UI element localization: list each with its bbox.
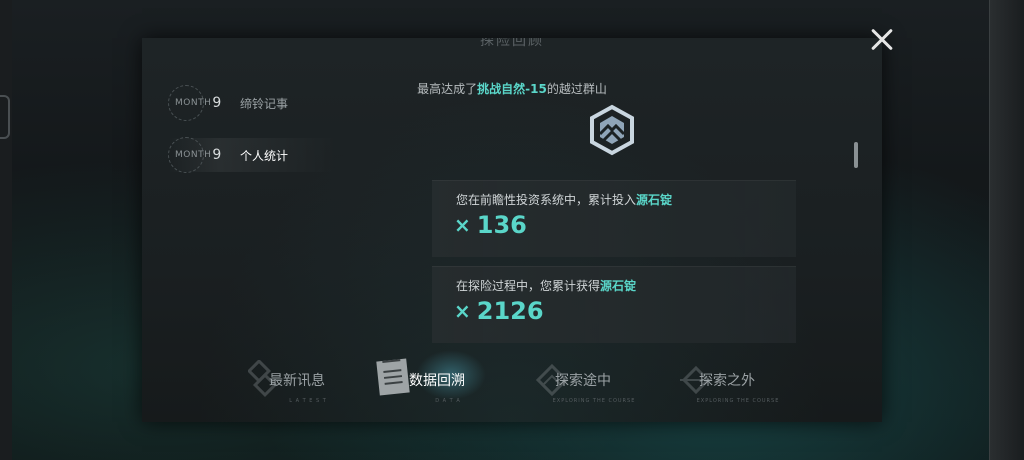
device-frame-right [989, 0, 1024, 460]
stat-highlight: 源石锭 [600, 279, 637, 293]
bottom-tabs: 最新讯息 L A T E S T 数据回溯 D A T A 探索途中 EXPLO… [242, 340, 802, 412]
mountain-badge-icon [590, 104, 634, 156]
close-button[interactable] [866, 24, 898, 56]
tab-subtitle: L A T E S T [289, 398, 327, 404]
review-panel: 探险回顾 MONTH 9 缔铃记事 MONTH 9 个人统计 最高达成了挑战自然-1… [142, 38, 882, 422]
multiply-icon: × [454, 299, 471, 323]
stat-description: 在探险过程中，您累计获得 [456, 279, 601, 293]
stat-card-earned: 在探险过程中，您累计获得源石锭 × 2126 [432, 266, 796, 343]
stat-value: × 136 [454, 211, 527, 239]
stat-highlight: 源石锭 [636, 193, 673, 207]
summary-highlight: 挑战自然-15 [477, 82, 547, 96]
stat-description: 您在前瞻性投资系统中，累计投入 [456, 193, 637, 207]
tab-latest-news[interactable]: 最新讯息 L A T E S T [242, 356, 352, 404]
month-number: 9 [212, 147, 222, 163]
month-word: MONTH [175, 150, 212, 160]
stat-number: 136 [476, 211, 527, 239]
document-icon [376, 358, 410, 396]
summary-prefix: 最高达成了 [417, 82, 478, 96]
tab-subtitle: EXPLORING THE COURSE [696, 398, 780, 404]
scrollbar[interactable] [854, 142, 858, 168]
stat-text: 您在前瞻性投资系统中，累计投入源石锭 [456, 191, 672, 208]
sidebar-item-label: 缔铃记事 [240, 96, 289, 111]
device-frame-left [0, 0, 12, 460]
sidebar-item-records[interactable]: MONTH 9 缔铃记事 [168, 85, 338, 121]
tab-label: 探索之外 [699, 373, 755, 389]
tab-beyond-exploring[interactable]: 探索之外 EXPLORING THE COURSE [672, 356, 782, 404]
tab-label: 最新讯息 [269, 373, 325, 389]
multiply-icon: × [454, 213, 471, 237]
tab-label: 数据回溯 [409, 373, 465, 389]
month-word: MONTH [175, 98, 212, 108]
sidebar-item-personal-stats[interactable]: MONTH 9 个人统计 [168, 137, 338, 173]
side-handle [0, 95, 10, 139]
summary-suffix: 的越过群山 [546, 82, 607, 96]
stat-value: × 2126 [454, 297, 544, 325]
month-badge: MONTH 9 [168, 85, 221, 121]
stat-card-investment: 您在前瞻性投资系统中，累计投入源石锭 × 136 [432, 180, 796, 257]
tab-subtitle: EXPLORING THE COURSE [552, 398, 636, 404]
tab-exploring[interactable]: 探索途中 EXPLORING THE COURSE [528, 356, 638, 404]
achievement-summary: 最高达成了挑战自然-15的越过群山 [342, 80, 682, 97]
panel-title: 探险回顾 [480, 38, 544, 49]
sidebar-item-label: 个人统计 [240, 148, 289, 163]
tab-data-review[interactable]: 数据回溯 D A T A [376, 350, 492, 404]
tab-label: 探索途中 [555, 373, 611, 389]
month-number: 9 [212, 95, 222, 111]
stat-number: 2126 [476, 297, 544, 325]
month-badge: MONTH 9 [168, 137, 221, 173]
stat-text: 在探险过程中，您累计获得源石锭 [456, 277, 636, 294]
